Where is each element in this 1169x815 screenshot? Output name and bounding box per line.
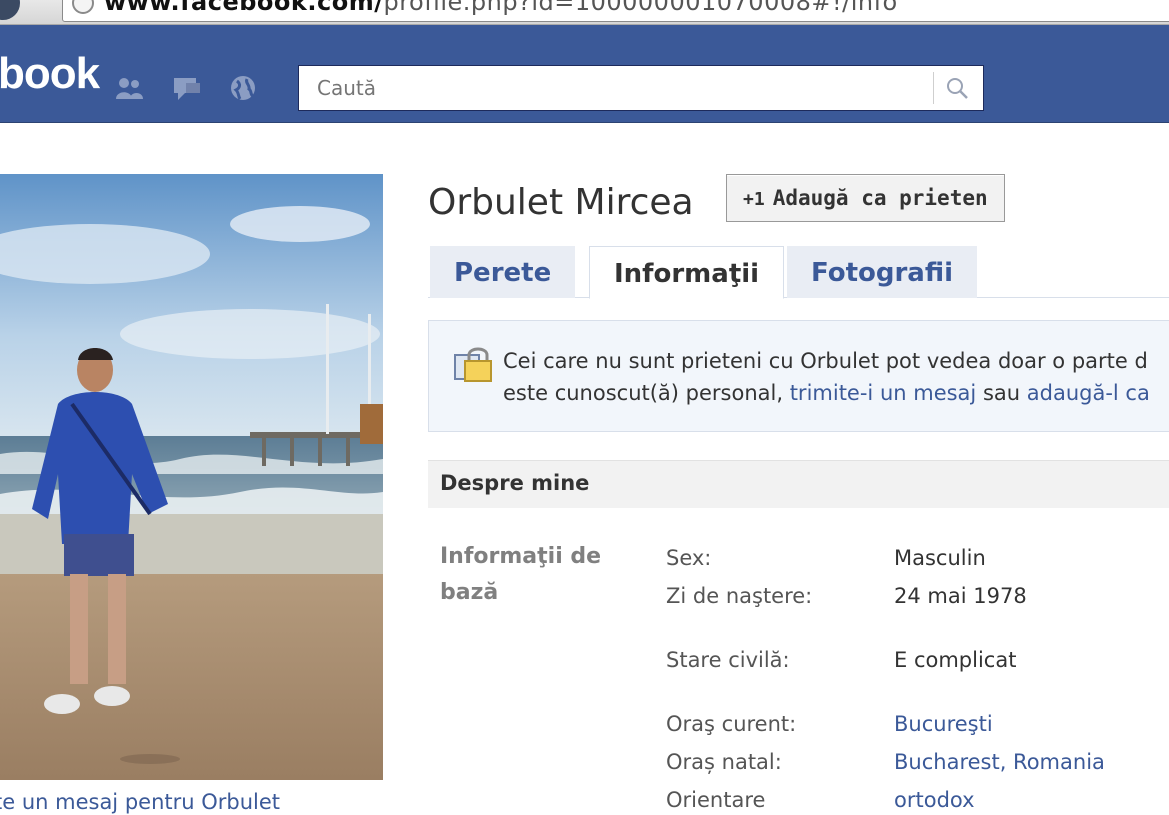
notice-line-2: este cunoscut(ă) personal, trimite-i un … (503, 381, 1150, 405)
browser-toolbar: www.facebook.com/profile.php?id=10000000… (0, 0, 1169, 25)
tab-info[interactable]: Informaţii (589, 246, 785, 299)
field-label-sex: Sex: (666, 546, 712, 570)
lock-icon (454, 347, 492, 382)
field-label-current-city: Oraş curent: (666, 712, 797, 736)
site-header: book (0, 25, 1169, 123)
notice-text: este cunoscut(ă) personal, (503, 381, 790, 405)
address-domain: www.facebook.com/ (104, 0, 384, 16)
profile-name: Orbulet Mircea (428, 182, 694, 223)
field-label-orientation: Orientare (666, 788, 766, 812)
friend-requests-icon[interactable] (114, 75, 144, 101)
tab-wall[interactable]: Perete (430, 246, 576, 298)
add-friend-notice-link[interactable]: adaugă-l ca (1027, 381, 1150, 405)
field-label-relationship: Stare civilă: (666, 648, 790, 672)
messages-icon[interactable] (172, 75, 202, 101)
notice-connector: sau (976, 381, 1027, 405)
field-value-birthday: 24 mai 1978 (894, 584, 1027, 608)
browser-back-button[interactable] (0, 0, 20, 20)
search-icon[interactable] (945, 76, 969, 100)
add-friend-icon: +1 (743, 189, 765, 210)
address-path: profile.php?id=100000001070008#!/info (383, 0, 898, 16)
add-friend-label: Adaugă ca prieten (772, 186, 988, 210)
about-section-header: Despre mine (428, 460, 1169, 508)
add-friend-button[interactable]: +1 Adaugă ca prieten (726, 174, 1005, 222)
search-divider (933, 72, 934, 104)
section-title: Despre mine (440, 471, 590, 495)
privacy-notice: Cei care nu sunt prieteni cu Orbulet pot… (428, 320, 1169, 432)
basic-info-label: Informaţii de (440, 544, 602, 569)
field-value-orientation[interactable]: ortodox (894, 788, 975, 812)
send-message-link[interactable]: te un mesaj pentru Orbulet (0, 790, 280, 814)
address-url[interactable]: www.facebook.com/profile.php?id=10000000… (104, 0, 898, 16)
search-box[interactable] (298, 65, 984, 111)
field-value-sex: Masculin (894, 546, 986, 570)
tab-photos[interactable]: Fotografii (787, 246, 978, 298)
facebook-logo[interactable]: book (0, 49, 100, 99)
field-value-hometown[interactable]: Bucharest, Romania (894, 750, 1105, 774)
basic-info-label-2: bază (440, 580, 499, 605)
profile-picture[interactable] (0, 174, 383, 780)
notice-line-1: Cei care nu sunt prieteni cu Orbulet pot… (503, 349, 1148, 373)
field-value-current-city[interactable]: Bucureşti (894, 712, 993, 736)
field-value-relationship: E complicat (894, 648, 1017, 672)
field-label-birthday: Zi de naştere: (666, 584, 813, 608)
send-message-notice-link[interactable]: trimite-i un mesaj (790, 381, 977, 405)
notifications-globe-icon[interactable] (228, 75, 258, 101)
field-label-hometown: Oraș natal: (666, 750, 782, 774)
search-input[interactable] (307, 66, 927, 110)
